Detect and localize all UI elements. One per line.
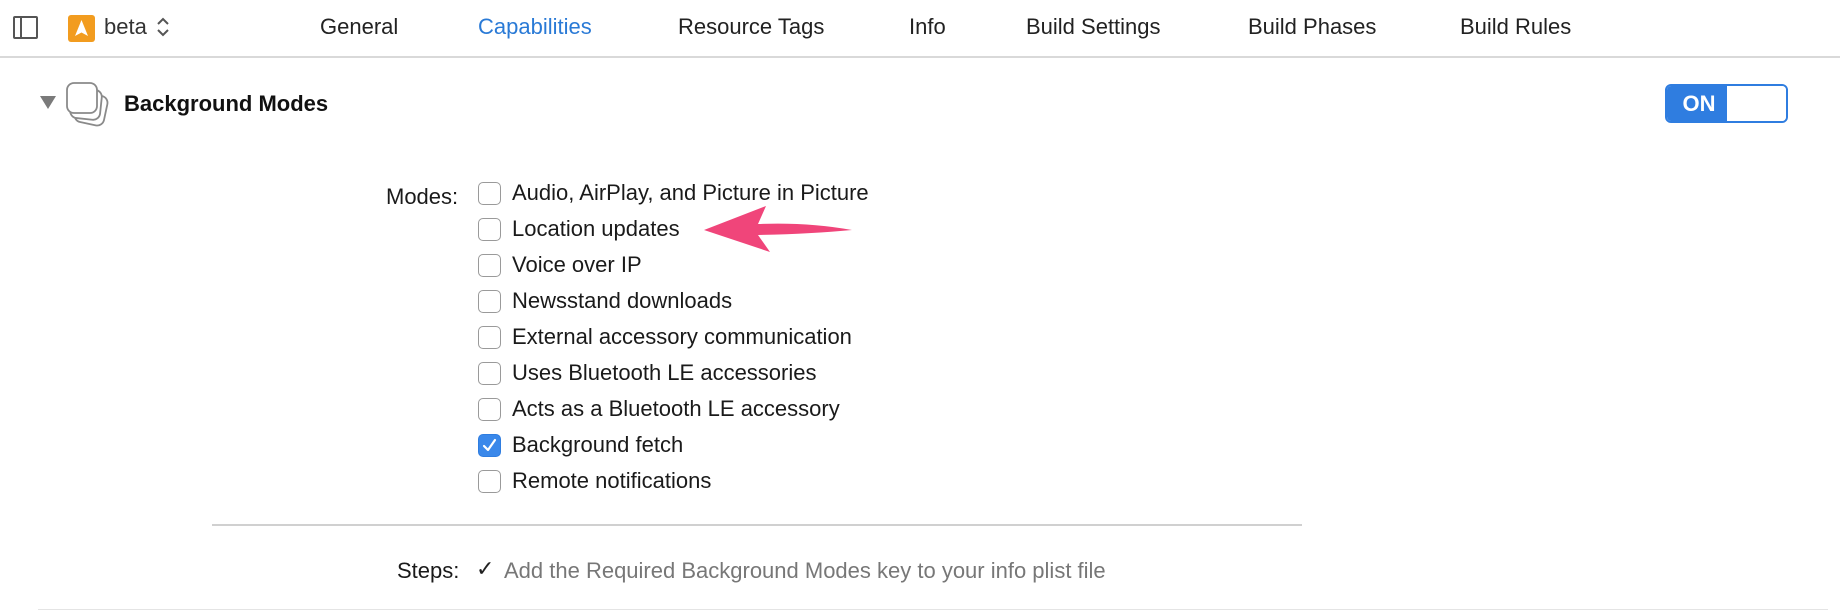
mode-checkbox-bluetooth-le-accessories[interactable]: [478, 362, 501, 385]
mode-checkbox-bluetooth-le-accessory[interactable]: [478, 398, 501, 421]
mode-label: Acts as a Bluetooth LE accessory: [512, 396, 840, 421]
mode-label: Remote notifications: [512, 468, 712, 493]
mode-label: Location updates: [512, 216, 680, 241]
bottom-divider: [38, 609, 1828, 610]
mode-checkbox-voice-over-ip[interactable]: [478, 254, 501, 277]
disclosure-triangle-icon[interactable]: [38, 93, 58, 116]
tab-build-rules[interactable]: Build Rules: [1460, 14, 1571, 40]
capability-toggle-switch[interactable]: ON: [1665, 84, 1788, 123]
toggle-knob: [1727, 86, 1786, 121]
mode-label: Newsstand downloads: [512, 288, 733, 313]
mode-checkbox-location-updates[interactable]: [478, 218, 501, 241]
mode-checkbox-newsstand-downloads[interactable]: [478, 290, 501, 313]
tab-build-settings[interactable]: Build Settings: [1026, 14, 1161, 40]
mode-checkbox-remote-notifications[interactable]: [478, 470, 501, 493]
mode-checkbox-background-fetch[interactable]: [478, 434, 501, 457]
steps-label: Steps:: [397, 558, 460, 583]
checkmark-icon: [482, 438, 497, 452]
chevron-up-down-icon[interactable]: [156, 16, 170, 43]
section-divider: [212, 524, 1302, 526]
modes-label: Modes:: [386, 184, 459, 209]
tab-general[interactable]: General: [320, 14, 398, 40]
background-modes-icon: [64, 80, 116, 135]
tab-capabilities[interactable]: Capabilities: [478, 14, 592, 40]
mode-label: Background fetch: [512, 432, 684, 457]
step-checkmark-icon: ✓: [476, 556, 495, 581]
annotation-arrow-icon: [700, 200, 860, 271]
target-selector[interactable]: beta: [104, 14, 147, 40]
toggle-on-label: ON: [1667, 86, 1731, 121]
app-target-icon: [68, 15, 95, 42]
capability-title: Background Modes: [124, 91, 329, 116]
mode-label: Uses Bluetooth LE accessories: [512, 360, 817, 385]
tab-build-phases[interactable]: Build Phases: [1248, 14, 1376, 40]
mode-label: Voice over IP: [512, 252, 642, 277]
tab-resource-tags[interactable]: Resource Tags: [678, 14, 824, 40]
mode-label: External accessory communication: [512, 324, 852, 349]
tab-info[interactable]: Info: [909, 14, 946, 40]
mode-checkbox-external-accessory[interactable]: [478, 326, 501, 349]
sidebar-toggle-icon[interactable]: [13, 16, 38, 39]
editor-tab-bar: beta General Capabilities Resource Tags …: [0, 0, 1840, 58]
xcode-capabilities-pane: beta General Capabilities Resource Tags …: [0, 0, 1840, 612]
step-text: Add the Required Background Modes key to…: [504, 558, 1106, 583]
mode-checkbox-audio[interactable]: [478, 182, 501, 205]
